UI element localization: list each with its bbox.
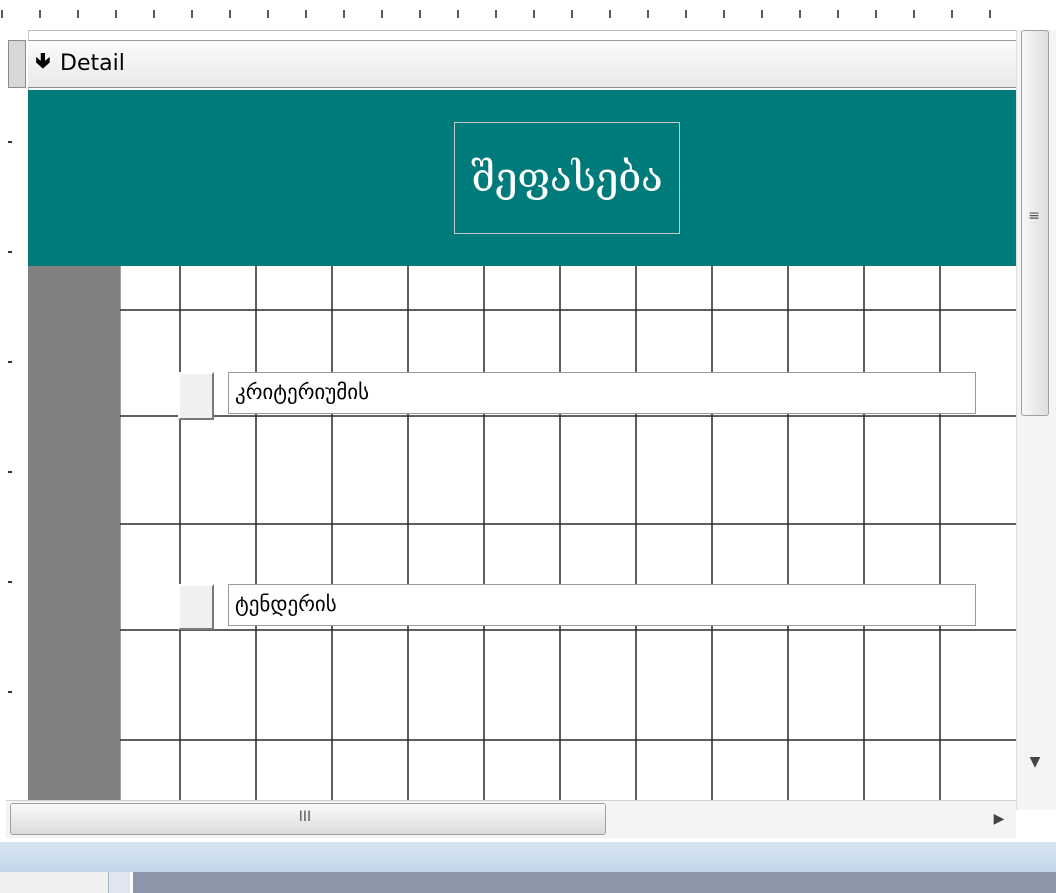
row-selector-button[interactable] bbox=[178, 372, 214, 420]
vertical-ruler-ticks bbox=[8, 141, 12, 693]
grip-icon: III bbox=[298, 809, 312, 825]
tender-label[interactable]: ტენდერის bbox=[228, 584, 976, 626]
vertical-scrollbar[interactable]: ≡ ▼ bbox=[1016, 30, 1056, 810]
scroll-right-arrow-icon[interactable]: ▶ bbox=[992, 809, 1006, 829]
row-selector-button[interactable] bbox=[178, 584, 214, 630]
criteria-label[interactable]: კრიტერიუმის bbox=[228, 372, 976, 414]
form-title[interactable]: შეფასება bbox=[454, 122, 680, 234]
horizontal-ruler bbox=[0, 0, 1056, 31]
detail-section-bar[interactable] bbox=[28, 40, 1016, 88]
vertical-ruler bbox=[0, 30, 29, 818]
section-selector[interactable] bbox=[8, 40, 26, 88]
detail-section-label: Detail bbox=[60, 51, 125, 76]
bottom-panel bbox=[130, 872, 1056, 893]
status-bar bbox=[0, 842, 1056, 872]
horizontal-scrollbar[interactable]: III ▶ bbox=[6, 800, 1016, 838]
scroll-down-arrow-icon[interactable]: ▼ bbox=[1025, 752, 1045, 772]
bottom-tab bbox=[108, 872, 131, 893]
ruler-ticks bbox=[1, 10, 991, 18]
grip-icon: ≡ bbox=[1028, 208, 1040, 224]
down-arrow-icon: 🢃 bbox=[35, 49, 51, 74]
form-detail-area[interactable]: შეფასება კრიტერიუმის ტენდერის bbox=[28, 90, 1016, 810]
